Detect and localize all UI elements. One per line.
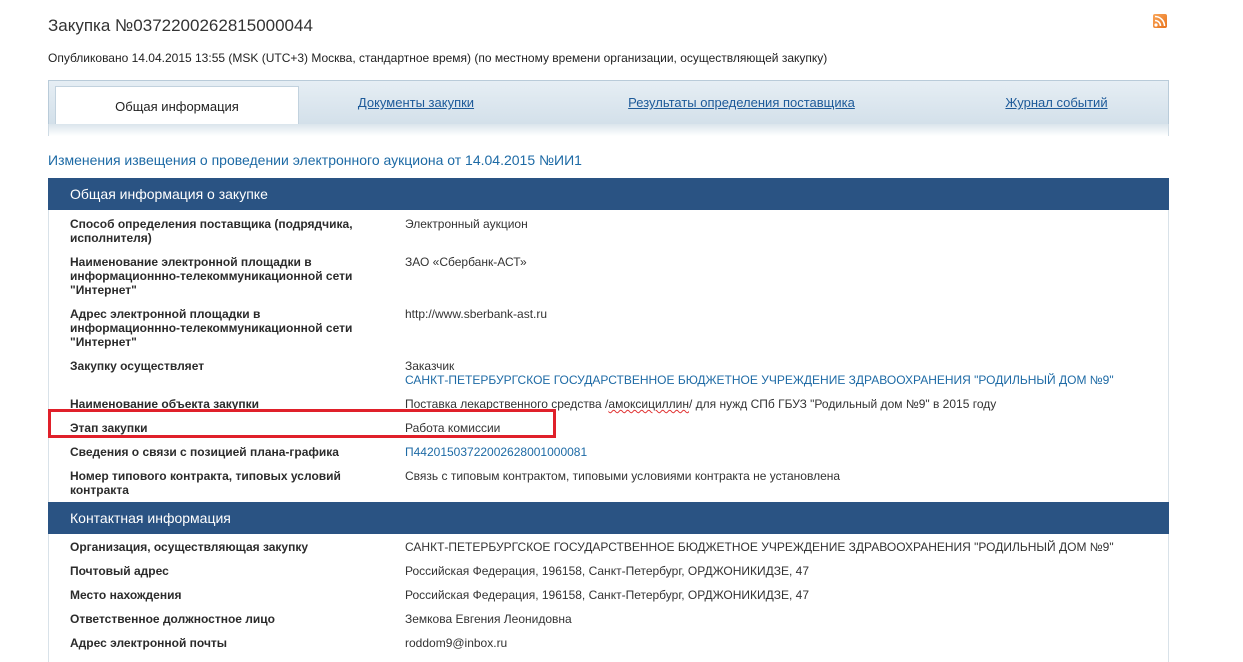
row-value: Заказчик САНКТ-ПЕТЕРБУРГСКОЕ ГОСУДАРСТВЕ… bbox=[405, 359, 1165, 387]
tab-supplier-results[interactable]: Результаты определения поставщика bbox=[609, 81, 874, 125]
customer-role: Заказчик bbox=[405, 359, 455, 373]
row-label: Сведения о связи с позицией плана-график… bbox=[70, 445, 339, 459]
row-value: Российская Федерация, 196158, Санкт-Пете… bbox=[405, 588, 810, 602]
page-title: Закупка №0372200262815000044 bbox=[48, 16, 313, 35]
row-value: Российская Федерация, 196158, Санкт-Пете… bbox=[405, 564, 810, 578]
row-label: Организация, осуществляющая закупку bbox=[70, 540, 309, 554]
row-value: roddom9@inbox.ru bbox=[405, 636, 508, 650]
row-label: Способ определения поставщика (подрядчик… bbox=[70, 217, 353, 245]
row-value: Земкова Евгения Леонидовна bbox=[405, 612, 572, 626]
row-label: Закупку осуществляет bbox=[70, 359, 205, 373]
rss-icon[interactable] bbox=[1153, 14, 1167, 28]
section-header-general: Общая информация о закупке bbox=[48, 178, 1169, 210]
highlight-annotation bbox=[48, 409, 556, 438]
tab-event-log[interactable]: Журнал событий bbox=[974, 81, 1139, 125]
tabs-divider bbox=[48, 124, 1169, 136]
tab-general-info[interactable]: Общая информация bbox=[55, 86, 299, 128]
row-value: Связь с типовым контрактом, типовыми усл… bbox=[405, 469, 841, 483]
row-label: Почтовый адрес bbox=[70, 564, 169, 578]
tab-documents[interactable]: Документы закупки bbox=[301, 81, 531, 125]
row-label: Номер типового контракта, типовых услови… bbox=[70, 469, 341, 497]
row-label: Место нахождения bbox=[70, 588, 182, 602]
object-name-misspelled: амоксициллин bbox=[608, 397, 689, 411]
row-label: Наименование электронной площадки в инфо… bbox=[70, 255, 353, 297]
changes-notice-link[interactable]: Изменения извещения о проведении электро… bbox=[48, 152, 582, 168]
row-value: ЗАО «Сбербанк-АСТ» bbox=[405, 255, 527, 269]
plan-schedule-link[interactable]: П44201503722002628001000081 bbox=[405, 445, 587, 459]
row-value: Электронный аукцион bbox=[405, 217, 528, 231]
row-value: http://www.sberbank-ast.ru bbox=[405, 307, 548, 321]
customer-organization-link[interactable]: САНКТ-ПЕТЕРБУРГСКОЕ ГОСУДАРСТВЕННОЕ БЮДЖ… bbox=[405, 373, 1165, 387]
published-info: Опубликовано 14.04.2015 13:55 (MSK (UTC+… bbox=[48, 51, 828, 65]
row-label: Ответственное должностное лицо bbox=[70, 612, 275, 626]
row-label: Адрес электронной площадки в информацион… bbox=[70, 307, 353, 349]
section-header-contact: Контактная информация bbox=[48, 502, 1169, 534]
object-name-post: / для нужд СПб ГБУЗ "Родильный дом №9" в… bbox=[689, 397, 997, 411]
tabs-bar: Общая информация Документы закупки Резул… bbox=[48, 80, 1169, 128]
row-value: САНКТ-ПЕТЕРБУРГСКОЕ ГОСУДАРСТВЕННОЕ БЮДЖ… bbox=[405, 540, 1114, 554]
row-label: Адрес электронной почты bbox=[70, 636, 228, 650]
